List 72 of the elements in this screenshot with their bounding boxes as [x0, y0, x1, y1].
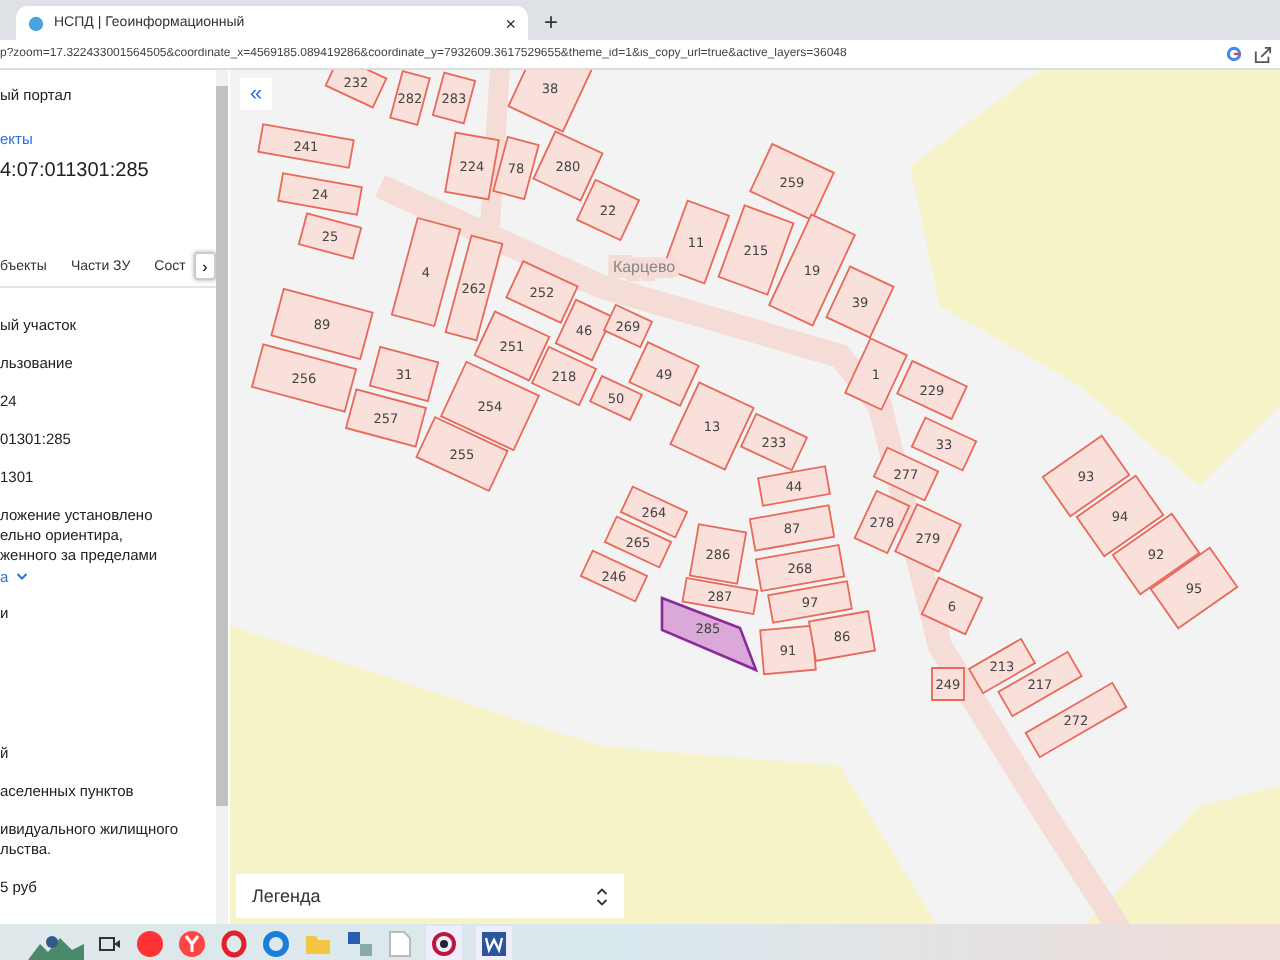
- land-parcel[interactable]: [602, 303, 654, 349]
- land-parcel[interactable]: [554, 298, 614, 362]
- land-parcel[interactable]: [1149, 546, 1239, 630]
- google-icon[interactable]: [1226, 46, 1242, 62]
- scrollbar[interactable]: [216, 70, 228, 924]
- land-parcel[interactable]: [688, 523, 748, 585]
- cadastral-number: 4:07:011301:285: [0, 160, 151, 182]
- land-parcel[interactable]: [717, 204, 795, 296]
- close-tab-button[interactable]: ×: [505, 13, 516, 33]
- land-parcel[interactable]: [530, 345, 598, 407]
- land-parcel[interactable]: [368, 345, 440, 403]
- land-parcel[interactable]: [628, 341, 700, 407]
- land-parcel[interactable]: [588, 374, 644, 422]
- land-parcel[interactable]: [872, 446, 940, 502]
- land-parcel[interactable]: [931, 667, 965, 701]
- land-parcel[interactable]: [1041, 434, 1131, 518]
- land-parcel[interactable]: [748, 504, 836, 552]
- land-parcel[interactable]: [807, 610, 877, 662]
- document-icon[interactable]: [388, 929, 412, 957]
- land-parcel[interactable]: [532, 130, 604, 202]
- land-parcel[interactable]: [415, 415, 509, 493]
- land-parcel[interactable]: [749, 142, 835, 222]
- land-parcel[interactable]: [759, 624, 817, 676]
- scrollbar-thumb[interactable]: [216, 86, 228, 806]
- land-parcel[interactable]: [250, 343, 358, 413]
- collapse-button[interactable]: «: [240, 78, 272, 110]
- y-circle-icon[interactable]: [178, 929, 206, 957]
- land-parcel[interactable]: [920, 576, 984, 636]
- new-tab-button[interactable]: +: [544, 6, 559, 40]
- land-parcel[interactable]: [1111, 512, 1201, 596]
- video-camera-icon[interactable]: [98, 933, 122, 953]
- land-parcel[interactable]: [492, 135, 540, 201]
- land-parcel[interactable]: [390, 216, 462, 328]
- land-parcel[interactable]: [389, 70, 431, 126]
- donut-icon[interactable]: [262, 929, 290, 957]
- land-parcel[interactable]: [825, 265, 895, 339]
- land-parcel[interactable]: [579, 549, 649, 603]
- land-parcel[interactable]: [473, 310, 551, 382]
- land-parcel[interactable]: [277, 172, 363, 216]
- ring-icon[interactable]: [220, 929, 248, 957]
- land-parcel[interactable]: [910, 416, 978, 472]
- disc-icon[interactable]: [136, 929, 164, 957]
- land-parcel[interactable]: [1075, 474, 1165, 558]
- globe-icon: [28, 15, 44, 31]
- word-icon[interactable]: [476, 925, 512, 960]
- land-parcel[interactable]: [853, 489, 911, 555]
- land-parcel[interactable]: [619, 485, 689, 539]
- land-parcel[interactable]: [297, 212, 363, 260]
- land-parcel[interactable]: [444, 234, 504, 342]
- share-icon[interactable]: [1254, 45, 1272, 63]
- land-parcel[interactable]: [896, 359, 968, 421]
- land-parcel[interactable]: [444, 131, 500, 201]
- c-circle-icon[interactable]: [426, 925, 462, 960]
- land-parcel[interactable]: [754, 543, 846, 593]
- land-parcel[interactable]: [669, 381, 755, 471]
- up-down-chevron-icon: [596, 887, 608, 905]
- land-parcel[interactable]: [575, 178, 641, 242]
- next-tabs-button[interactable]: ›: [193, 252, 216, 280]
- legend-dropdown[interactable]: Легенда: [236, 874, 624, 918]
- network-icon[interactable]: [346, 929, 374, 957]
- land-parcel[interactable]: [1024, 681, 1128, 759]
- land-parcel[interactable]: [257, 123, 355, 169]
- chevron-down-icon[interactable]: [16, 572, 29, 582]
- land-parcel[interactable]: [270, 287, 374, 361]
- land-parcel[interactable]: [431, 71, 477, 125]
- land-parcel[interactable]: [739, 412, 809, 472]
- land-parcel[interactable]: [344, 388, 428, 448]
- land-parcel[interactable]: [505, 260, 579, 324]
- land-parcel[interactable]: [603, 515, 673, 569]
- land-parcel[interactable]: [894, 503, 962, 573]
- land-parcel[interactable]: [681, 576, 759, 616]
- land-parcel[interactable]: [757, 465, 831, 507]
